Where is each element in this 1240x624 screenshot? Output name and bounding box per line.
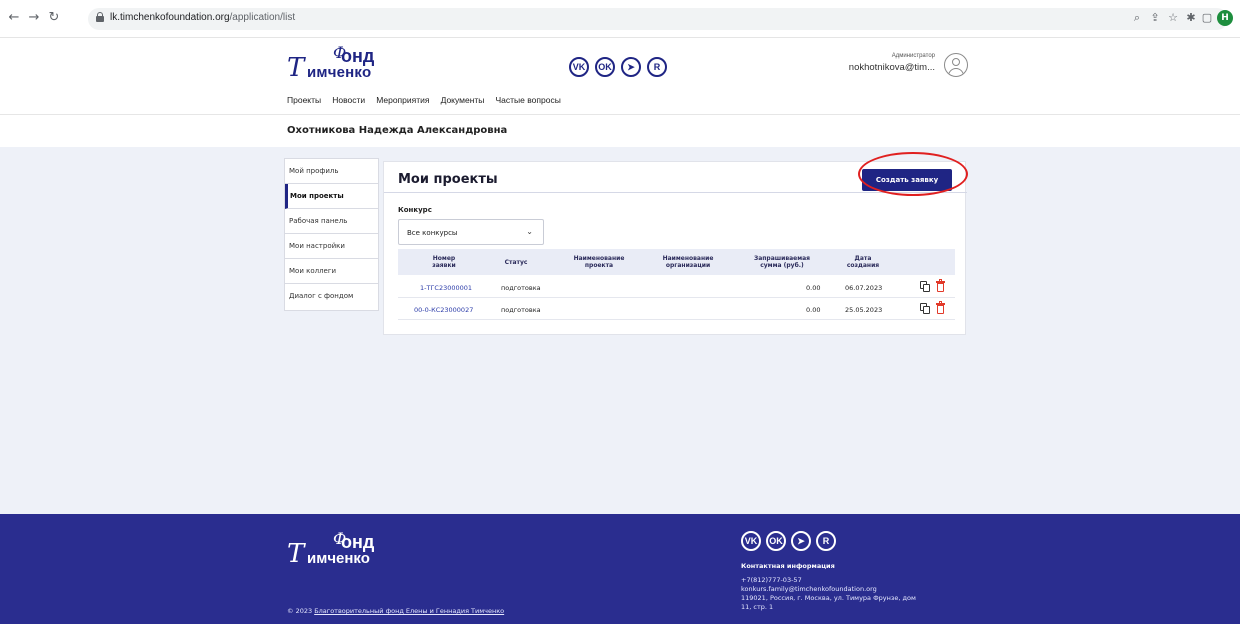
footer-address-line1: 119021, Россия, г. Москва, ул. Тимура Фр…	[741, 594, 916, 602]
vk-icon[interactable]: VK	[569, 57, 589, 77]
footer-address-line2: 11, стр. 1	[741, 603, 774, 611]
nav-item-events[interactable]: Мероприятия	[376, 95, 429, 105]
copy-icon[interactable]	[920, 281, 930, 292]
col-sum[interactable]: Запрашиваемая сумма (руб.)	[742, 255, 822, 269]
col-number[interactable]: Номер заявки	[414, 255, 474, 269]
col-project-line2: проекта	[584, 262, 614, 269]
chevron-down-icon: ⌄	[526, 227, 533, 236]
rutube-icon[interactable]: R	[647, 57, 667, 77]
sidebar-item-dashboard[interactable]: Рабочая панель	[285, 209, 378, 234]
profile-avatar[interactable]: H	[1217, 10, 1233, 26]
sum-cell: 0.00	[806, 284, 821, 292]
trash-icon[interactable]	[936, 301, 945, 314]
col-organization[interactable]: Наименование организации	[653, 255, 723, 269]
share-icon[interactable]: ⇪	[1148, 11, 1162, 25]
copy-icon[interactable]	[920, 303, 930, 314]
col-sum-line1: Запрашиваемая	[753, 255, 811, 262]
col-status[interactable]: Статус	[496, 259, 536, 266]
zoom-icon[interactable]: ⌕	[1130, 11, 1144, 25]
footer-telegram-icon[interactable]: ➤	[791, 531, 811, 551]
sidepanel-icon[interactable]: ▢	[1200, 11, 1214, 25]
sum-cell: 0.00	[806, 306, 821, 314]
footer-vk-icon[interactable]: VK	[741, 531, 761, 551]
sidebar-item-colleagues[interactable]: Мои коллеги	[285, 259, 378, 284]
contest-select[interactable]: Все конкурсы ⌄	[398, 219, 544, 245]
logo-fond: онд	[341, 46, 375, 66]
table-row: 1-ТГС23000001 подготовка 0.00 06.07.2023	[398, 276, 955, 298]
url-path: /application/list	[229, 12, 296, 23]
back-icon[interactable]: ←	[6, 10, 22, 26]
account-sidebar: Мой профиль Мои проекты Рабочая панель М…	[284, 158, 379, 311]
footer-odnoklassniki-icon[interactable]: OK	[766, 531, 786, 551]
site-footer	[0, 514, 1240, 624]
extensions-icon[interactable]: ✱	[1184, 11, 1198, 25]
nav-item-faq[interactable]: Частые вопросы	[496, 95, 561, 105]
contest-filter-label: Конкурс	[398, 206, 432, 214]
col-date-line1: Дата	[854, 255, 872, 262]
date-cell: 06.07.2023	[845, 284, 883, 292]
url-text[interactable]: lk.timchenkofoundation.org/application/l…	[110, 12, 295, 23]
status-cell: подготовка	[501, 306, 541, 314]
main-nav: Проекты Новости Мероприятия Документы Ча…	[287, 88, 567, 105]
sidebar-item-my-projects[interactable]: Мои проекты	[285, 184, 378, 209]
create-application-button[interactable]: Создать заявку	[862, 169, 952, 191]
application-number-link[interactable]: 1-ТГС23000001	[420, 284, 472, 292]
telegram-icon[interactable]: ➤	[621, 57, 641, 77]
user-email: nokhotnikova@tim...	[848, 62, 935, 73]
footer-copyright: © 2023 Благотворительный фонд Елены и Ге…	[287, 607, 504, 615]
col-sum-line2: сумма (руб.)	[760, 262, 804, 269]
status-cell: подготовка	[501, 284, 541, 292]
sidebar-item-dialog[interactable]: Диалог с фондом	[285, 284, 378, 309]
contest-select-value: Все конкурсы	[407, 229, 458, 237]
logo-name: имченко	[307, 64, 372, 81]
star-icon[interactable]: ☆	[1166, 11, 1180, 25]
col-date[interactable]: Дата создания	[838, 255, 888, 269]
footer-logo-name: имченко	[307, 550, 370, 567]
nav-item-projects[interactable]: Проекты	[287, 95, 321, 105]
col-number-line2: заявки	[432, 262, 456, 269]
col-project-line1: Наименование	[573, 255, 625, 262]
foundation-logo[interactable]: Т Ф онд имченко	[287, 43, 407, 89]
copyright-prefix: © 2023	[287, 607, 313, 615]
col-number-line1: Номер	[432, 255, 456, 262]
trash-icon[interactable]	[936, 279, 945, 292]
logo-letter-t: Т	[287, 53, 305, 83]
footer-email[interactable]: konkurs.family@timchenkofoundation.org	[741, 585, 877, 593]
odnoklassniki-icon[interactable]: OK	[595, 57, 615, 77]
col-org-line1: Наименование	[662, 255, 714, 262]
col-project[interactable]: Наименование проекта	[564, 255, 634, 269]
nav-item-news[interactable]: Новости	[332, 95, 365, 105]
page-title: Мои проекты	[398, 172, 498, 187]
forward-icon[interactable]: →	[26, 10, 42, 26]
copyright-link[interactable]: Благотворительный фонд Елены и Геннадия …	[314, 607, 504, 615]
sidebar-item-settings[interactable]: Мои настройки	[285, 234, 378, 259]
footer-rutube-icon[interactable]: R	[816, 531, 836, 551]
table-row: 00-0-КС23000027 подготовка 0.00 25.05.20…	[398, 298, 955, 320]
header-divider	[0, 114, 1240, 115]
col-date-line2: создания	[846, 262, 880, 269]
nav-item-documents[interactable]: Документы	[441, 95, 485, 105]
footer-contact-title: Контактная информация	[741, 562, 835, 570]
projects-panel: Мои проекты Создать заявку Конкурс Все к…	[383, 161, 967, 335]
site-header	[0, 38, 1240, 106]
user-menu[interactable]: Администратор nokhotnikova@tim...	[822, 53, 977, 83]
footer-phone[interactable]: +7(812)777-03-57	[741, 576, 802, 584]
date-cell: 25.05.2023	[845, 306, 883, 314]
reload-icon[interactable]: ↻	[46, 10, 62, 26]
browser-toolbar: ← → ↻ lk.timchenkofoundation.org/applica…	[0, 0, 1240, 38]
user-avatar-icon[interactable]	[944, 53, 968, 77]
sidebar-item-profile[interactable]: Мой профиль	[285, 159, 378, 184]
application-number-link[interactable]: 00-0-КС23000027	[414, 306, 473, 314]
col-org-line2: организации	[665, 262, 711, 269]
user-role: Администратор	[891, 53, 935, 59]
table-header: Номер заявки Статус Наименование проекта Н…	[398, 249, 955, 275]
url-host: lk.timchenkofoundation.org	[110, 12, 230, 23]
footer-logo-letter-t: Т	[287, 539, 305, 569]
page-user-name: Охотникова Надежда Александровна	[287, 125, 508, 136]
panel-divider	[384, 192, 967, 193]
footer-logo-fond: онд	[341, 532, 375, 552]
lock-icon	[96, 12, 104, 22]
footer-logo[interactable]: Т Ф онд имченко	[287, 529, 407, 575]
